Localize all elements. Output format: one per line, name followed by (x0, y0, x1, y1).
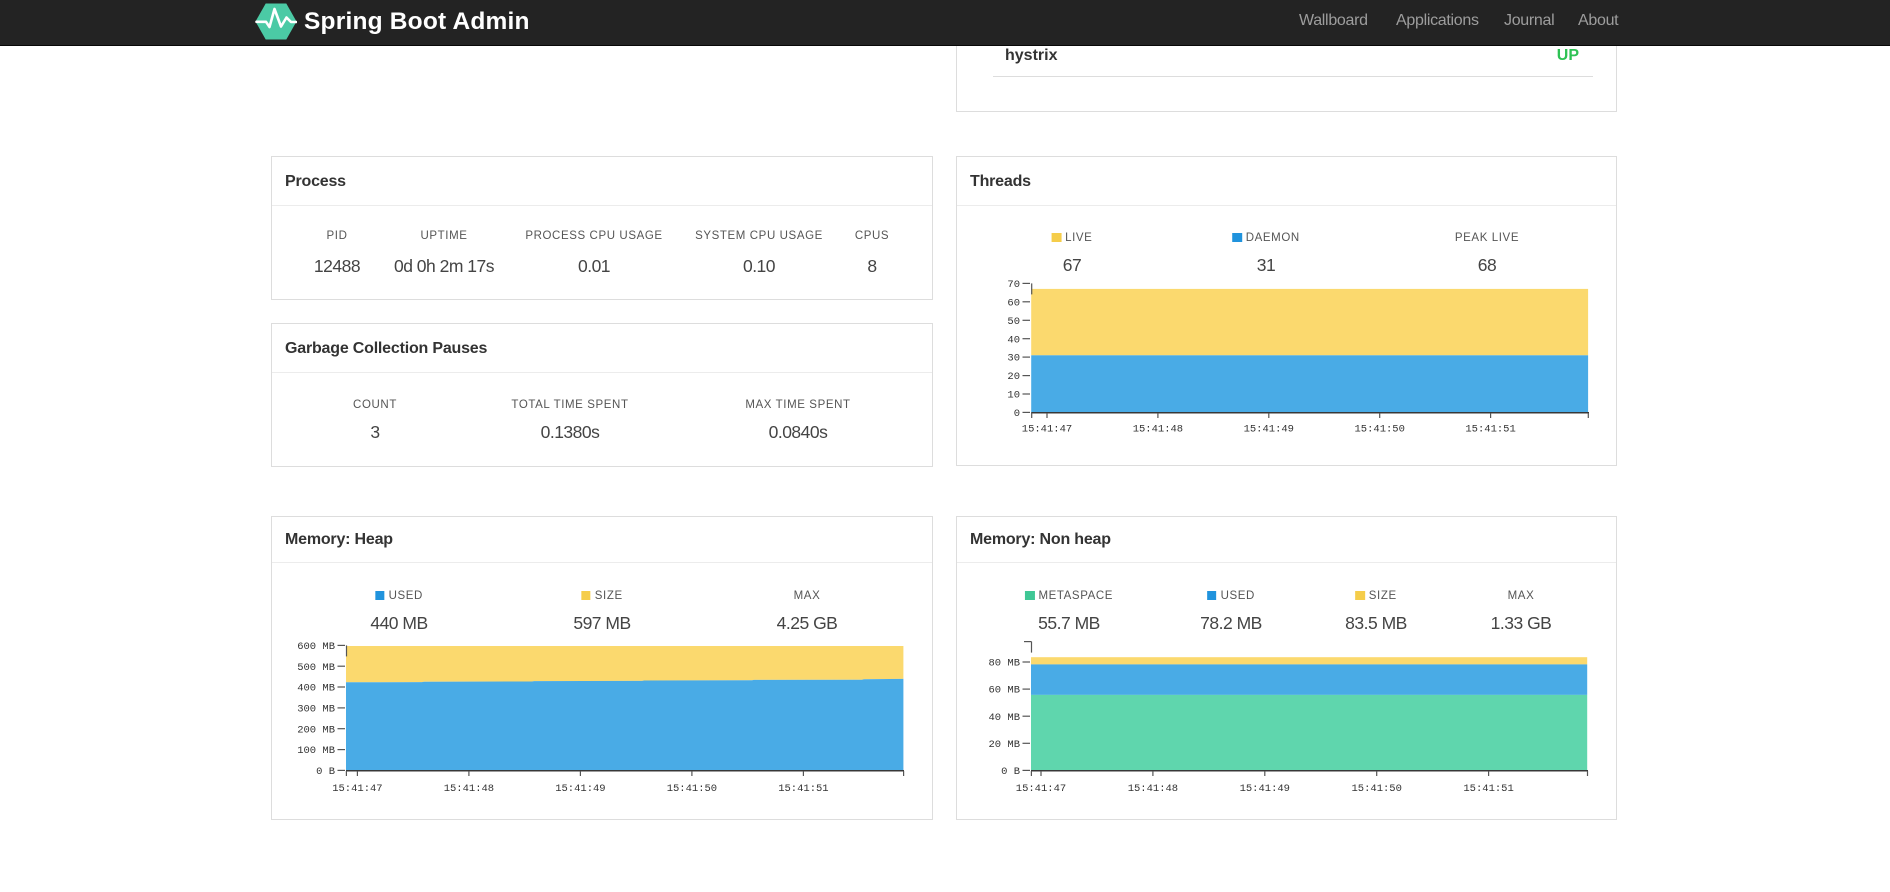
svg-text:200 MB: 200 MB (297, 724, 335, 736)
svg-text:600 MB: 600 MB (297, 641, 335, 653)
svg-text:100 MB: 100 MB (297, 745, 335, 757)
svg-text:40 MB: 40 MB (988, 712, 1020, 724)
svg-text:15:41:51: 15:41:51 (1463, 783, 1513, 795)
svg-text:15:41:51: 15:41:51 (1465, 423, 1515, 435)
svg-text:0: 0 (1014, 408, 1020, 420)
svg-text:400 MB: 400 MB (297, 683, 335, 695)
svg-text:15:41:48: 15:41:48 (444, 783, 494, 795)
svg-text:0 B: 0 B (1001, 766, 1020, 778)
svg-text:15:41:47: 15:41:47 (1016, 783, 1066, 795)
svg-text:60: 60 (1007, 297, 1020, 309)
svg-text:15:41:51: 15:41:51 (778, 783, 828, 795)
svg-text:15:41:49: 15:41:49 (555, 783, 605, 795)
svg-text:70: 70 (1007, 279, 1020, 291)
svg-text:30: 30 (1007, 353, 1020, 365)
svg-text:10: 10 (1007, 390, 1020, 402)
svg-text:15:41:49: 15:41:49 (1244, 423, 1294, 435)
svg-text:60 MB: 60 MB (988, 685, 1020, 697)
svg-text:20 MB: 20 MB (988, 739, 1020, 751)
svg-text:40: 40 (1007, 334, 1020, 346)
svg-text:50: 50 (1007, 316, 1020, 328)
svg-text:500 MB: 500 MB (297, 662, 335, 674)
svg-text:300 MB: 300 MB (297, 704, 335, 716)
svg-text:15:41:50: 15:41:50 (667, 783, 717, 795)
svg-text:15:41:50: 15:41:50 (1354, 423, 1404, 435)
svg-text:20: 20 (1007, 371, 1020, 383)
svg-text:15:41:47: 15:41:47 (1022, 423, 1072, 435)
svg-text:15:41:48: 15:41:48 (1128, 783, 1178, 795)
svg-text:15:41:47: 15:41:47 (332, 783, 382, 795)
svg-text:15:41:48: 15:41:48 (1133, 423, 1183, 435)
svg-text:0 B: 0 B (316, 766, 335, 778)
svg-text:15:41:50: 15:41:50 (1351, 783, 1401, 795)
svg-text:80 MB: 80 MB (988, 658, 1020, 670)
svg-text:15:41:49: 15:41:49 (1240, 783, 1290, 795)
